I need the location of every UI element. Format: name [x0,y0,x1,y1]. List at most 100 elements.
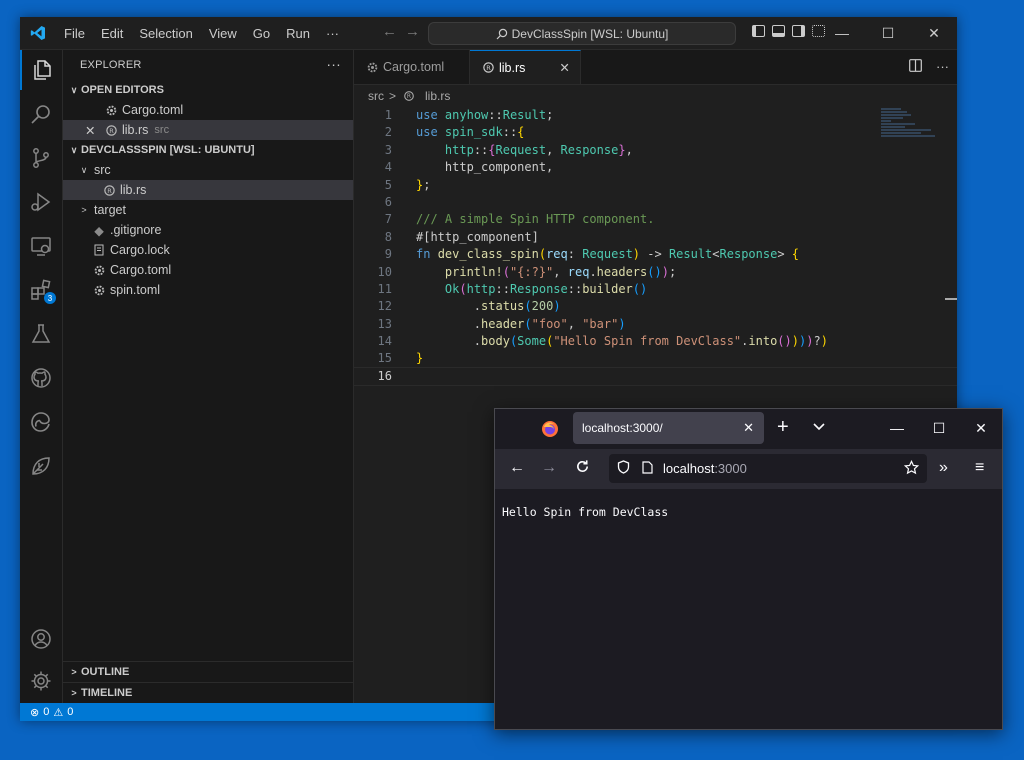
search-icon[interactable] [20,94,62,134]
back-arrow-icon[interactable]: ← [509,459,525,477]
extensions-icon[interactable]: 3 [20,270,62,310]
menu-edit[interactable]: Edit [93,26,131,41]
code-line: 7/// A simple Spin HTTP component. [354,211,957,228]
tab-lib-rs[interactable]: R lib.rs ✕ [470,50,581,84]
breadcrumb-file[interactable]: lib.rs [425,89,450,103]
scrollbar-marker[interactable] [945,298,957,300]
bookmark-star-icon[interactable] [903,459,920,478]
code-line: 15} [354,350,957,367]
menu-file[interactable]: File [56,26,93,41]
tree-folder-target[interactable]: > target [63,200,353,220]
new-tab-icon[interactable]: + [777,416,789,439]
layout-controls [752,25,825,37]
maximize-button[interactable]: ☐ [865,17,911,49]
firefox-logo-icon[interactable] [541,420,559,443]
code-line: 3 http::{Request, Response}, [354,142,957,159]
firefox-tab[interactable]: localhost:3000/ ✕ [573,412,764,444]
minimize-button[interactable]: — [819,17,865,49]
forward-arrow-icon[interactable]: → [541,459,557,477]
toggle-secondary-sidebar-icon[interactable] [792,25,805,37]
outline-label: OUTLINE [81,666,130,678]
command-center[interactable]: DevClassSpin [WSL: Ubuntu] [428,22,736,45]
workspace-section[interactable]: ∨ DEVCLASSSPIN [WSL: UBUNTU] [63,140,353,160]
manage-gear-icon[interactable] [20,661,62,701]
tab-cargo-toml[interactable]: Cargo.toml [354,50,470,84]
tree-folder-src[interactable]: ∨ src [63,160,353,180]
close-tab-icon[interactable]: ✕ [743,420,754,436]
tree-item-label: Cargo.lock [110,243,170,257]
url-rest: :3000 [714,461,747,476]
tree-item-label: src [94,163,111,177]
line-number: 11 [377,281,392,296]
close-icon[interactable]: ✕ [85,123,103,138]
code-line-current: 16 [353,366,957,387]
docker-leaf-icon[interactable] [20,446,62,486]
menu-view[interactable]: View [201,26,245,41]
testing-icon[interactable] [20,314,62,354]
app-menu-icon[interactable]: ≡ [975,459,984,477]
explorer-title: EXPLORER [80,59,142,71]
code-line: 13 .header("foo", "bar") [354,316,957,333]
url-bar[interactable]: localhost:3000 [609,454,927,483]
back-arrow-icon[interactable]: ← [382,23,397,40]
firefox-maximize-button[interactable]: ☐ [918,409,960,447]
explorer-icon[interactable] [20,50,62,90]
code-line: 6 [354,194,957,211]
minimap[interactable] [881,108,945,148]
menu-run[interactable]: Run [278,26,318,41]
run-debug-icon[interactable] [20,182,62,222]
error-icon[interactable]: ⊗ [30,706,39,719]
svg-text:R: R [107,186,112,194]
line-number: 14 [377,334,392,349]
close-window-button[interactable]: ✕ [911,17,957,49]
menu-go[interactable]: Go [245,26,278,41]
menu-selection[interactable]: Selection [131,26,200,41]
line-number: 3 [384,142,392,157]
source-control-icon[interactable] [20,138,62,178]
github-icon[interactable] [20,358,62,398]
list-tabs-chevron-icon[interactable] [813,420,825,434]
open-editor-name: Cargo.toml [122,103,184,117]
shield-icon[interactable] [617,460,630,477]
outline-section[interactable]: > OUTLINE [63,661,353,682]
tree-file-spin-toml[interactable]: spin.toml [63,280,353,300]
warning-count[interactable]: 0 [67,706,73,718]
svg-text:R: R [407,93,411,100]
split-editor-icon[interactable] [909,59,922,75]
open-editors-label: OPEN EDITORS [81,84,164,96]
chevron-right-icon: > [389,89,397,103]
timeline-section[interactable]: > TIMELINE [63,682,353,703]
open-editor-item[interactable]: Cargo.toml [63,100,353,120]
tab-close-icon[interactable]: ✕ [559,60,569,75]
title-bar: File Edit Selection View Go Run ··· ← → … [20,17,957,50]
breadcrumb-folder[interactable]: src [368,89,384,103]
firefox-close-button[interactable]: ✕ [960,409,1002,447]
open-editors-section[interactable]: ∨ OPEN EDITORS [63,80,353,100]
tree-file-lib[interactable]: R lib.rs [63,180,353,200]
toggle-sidebar-icon[interactable] [752,25,765,37]
search-icon [496,28,507,39]
chevron-down-icon: ∨ [80,164,88,175]
edge-tools-icon[interactable] [20,402,62,442]
warning-icon[interactable]: ⚠ [53,706,63,719]
overflow-chevrons-icon[interactable]: » [939,459,948,477]
tree-file-gitignore[interactable]: ◆ .gitignore [63,220,353,240]
error-count[interactable]: 0 [43,706,49,718]
remote-explorer-icon[interactable] [20,226,62,266]
extensions-badge: 3 [44,292,56,304]
tree-file-cargo-toml[interactable]: Cargo.toml [63,260,353,280]
tree-file-cargo-lock[interactable]: Cargo.lock [63,240,353,260]
page-info-icon[interactable] [642,460,653,477]
menu-more[interactable]: ··· [318,26,347,41]
firefox-minimize-button[interactable]: — [876,409,918,447]
rust-file-icon: R [101,184,117,197]
gear-file-icon [91,264,107,277]
code-editor[interactable]: 1 use anyhow::Result; 2 use spin_sdk::{ 3 … [353,107,957,387]
forward-arrow-icon[interactable]: → [405,23,420,40]
open-editor-item[interactable]: ✕ R lib.rs src [63,120,353,140]
explorer-more-actions[interactable]: ··· [326,56,341,72]
accounts-icon[interactable] [20,619,62,659]
toggle-panel-icon[interactable] [772,25,785,37]
editor-more-icon[interactable]: ··· [936,59,949,75]
reload-icon[interactable] [575,459,590,479]
